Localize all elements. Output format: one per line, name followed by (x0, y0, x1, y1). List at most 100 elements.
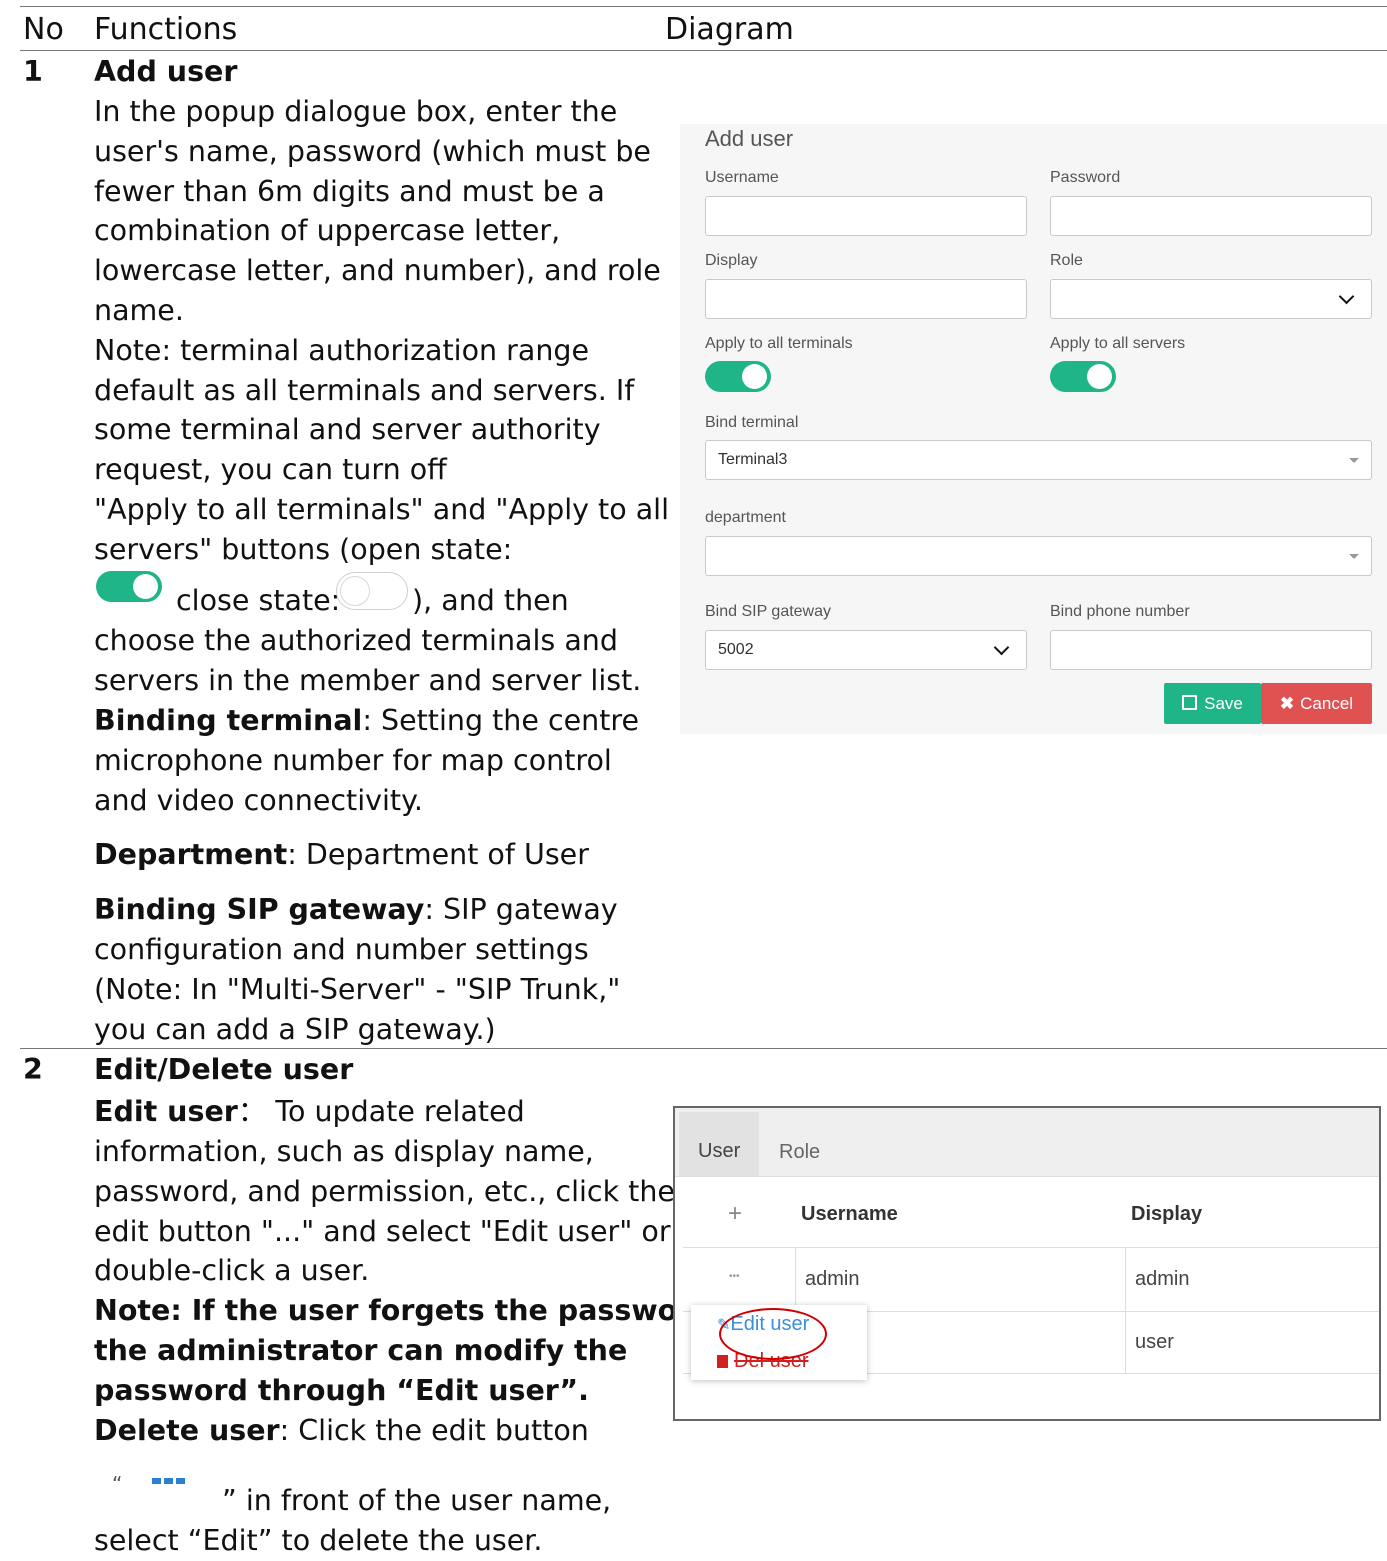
text-line: some terminal and server authority (94, 413, 601, 447)
text-line: choose the authorized terminals and (94, 624, 618, 657)
binding-terminal-paragraph: Binding terminal: Setting the centre (94, 701, 639, 741)
binding-terminal-label: Binding terminal (94, 704, 363, 737)
apply-terminals-toggle[interactable] (705, 361, 771, 392)
tab-user[interactable]: User (679, 1112, 759, 1176)
text-line: user's name, password (which must be (94, 134, 651, 168)
text-line: servers" buttons (open state: (94, 532, 513, 566)
cancel-button[interactable]: ✖ Cancel (1261, 683, 1372, 724)
add-user-dialog: Add user Username Password Display Role … (680, 124, 1387, 734)
bind-sip-select[interactable]: 5002 (705, 630, 1027, 670)
edit-user-label: Edit user (94, 1095, 238, 1128)
chevron-down-icon (993, 639, 1010, 656)
dialog-title: Add user (705, 126, 794, 151)
open-state-toggle-icon (96, 571, 162, 602)
delete-user-label: Delete user (94, 1414, 280, 1447)
chevron-down-icon (1338, 288, 1355, 305)
department-field-label: department (705, 509, 786, 526)
last-line: select “Edit” to delete the user. (94, 1524, 543, 1557)
bind-phone-label: Bind phone number (1050, 603, 1190, 620)
delete-user-text: : Click the edit button (279, 1414, 589, 1447)
header-rule (20, 50, 1387, 51)
department-label: Department (94, 838, 288, 871)
bind-terminal-label: Bind terminal (705, 414, 799, 431)
text-line: password through “Edit user”. (94, 1373, 589, 1407)
text-line: microphone number for map control (94, 744, 612, 777)
bind-terminal-select[interactable]: Terminal3 (705, 440, 1372, 480)
bind-sip-value: 5002 (718, 641, 754, 658)
binding-sip-cont: configuration and number settings (Note:… (94, 930, 620, 1049)
add-user-plus-icon[interactable]: + (728, 1200, 742, 1228)
row1-description: In the popup dialogue box, enter the use… (94, 92, 669, 570)
binding-sip-text: : SIP gateway (424, 893, 618, 926)
floppy-disk-icon (1182, 695, 1198, 710)
text-line: and video connectivity. (94, 783, 423, 817)
text-line: you can add a SIP gateway.) (94, 1012, 496, 1046)
text-line: Note: terminal authorization range (94, 333, 590, 367)
bind-phone-input[interactable] (1050, 630, 1372, 670)
binding-sip-paragraph: Binding SIP gateway: SIP gateway (94, 890, 618, 930)
binding-terminal-text: : Setting the centre (362, 704, 640, 737)
close-state-toggle-icon (336, 572, 408, 610)
divider (683, 1247, 1379, 1248)
in-front-text: ” in front of the user name, (222, 1484, 612, 1517)
close-icon: ✖ (1279, 694, 1295, 713)
save-label: Save (1204, 694, 1243, 713)
text-line: lowercase letter, and number), and role (94, 254, 661, 288)
row1-description-cont: choose the authorized terminals and serv… (94, 621, 641, 701)
save-button[interactable]: Save (1164, 683, 1261, 724)
role-select[interactable] (1050, 279, 1372, 319)
tab-user-label: User (698, 1140, 741, 1162)
row-rule (20, 1048, 1387, 1049)
edit-user-cont: information, such as display name, passw… (94, 1132, 675, 1291)
username-label: Username (705, 169, 779, 186)
row2-number: 2 (23, 1053, 43, 1086)
row2-title: Edit/Delete user (94, 1053, 354, 1086)
cancel-label: Cancel (1300, 694, 1354, 713)
apply-servers-label: Apply to all servers (1050, 335, 1186, 352)
row-options-icon[interactable]: ••• (729, 1271, 740, 1282)
apply-terminals-label: Apply to all terminals (705, 335, 853, 352)
user-role-panel: User Role + Username Display ••• admin a… (673, 1106, 1381, 1421)
text-line: name. (94, 293, 184, 327)
department-paragraph: Department: Department of User (94, 835, 589, 875)
trash-icon (717, 1355, 728, 1368)
text-line: In the popup dialogue box, enter the (94, 95, 618, 128)
ellipsis-button-icon (152, 1478, 186, 1484)
apply-servers-toggle[interactable] (1050, 361, 1116, 392)
role-label: Role (1050, 252, 1083, 269)
text-line: default as all terminals and servers. If (94, 373, 635, 407)
text-line: (Note: In "Multi-Server" - "SIP Trunk," (94, 972, 621, 1006)
tab-role[interactable]: Role (779, 1141, 820, 1164)
text-line: double-click a user. (94, 1254, 370, 1288)
display-input[interactable] (705, 279, 1027, 319)
bind-sip-label: Bind SIP gateway (705, 603, 832, 620)
username-input[interactable] (705, 196, 1027, 236)
department-select[interactable] (705, 536, 1372, 576)
column-username: Username (801, 1203, 898, 1225)
text-line: "Apply to all terminals" and "Apply to a… (94, 492, 670, 526)
header-no: No (23, 12, 64, 47)
edit-user-text: ： To update related (237, 1095, 525, 1128)
password-label: Password (1050, 169, 1121, 186)
open-quote: “ (112, 1472, 123, 1496)
column-display: Display (1131, 1203, 1203, 1225)
display-label: Display (705, 252, 758, 269)
department-text: : Department of User (287, 838, 589, 871)
password-note: Note: If the user forgets the password, … (94, 1291, 723, 1410)
binding-sip-label: Binding SIP gateway (94, 893, 425, 926)
text-line: configuration and number settings (94, 933, 589, 966)
text-line: Note: If the user forgets the password, (94, 1294, 723, 1327)
text-line: request, you can turn off (94, 453, 447, 487)
text-line: password, and permission, etc., click th… (94, 1174, 675, 1208)
dropdown-arrow-icon (1349, 458, 1359, 463)
edit-user-paragraph: Edit user： To update related (94, 1092, 525, 1132)
password-input[interactable] (1050, 196, 1372, 236)
close-state-label: close state: (176, 584, 341, 617)
delete-user-paragraph: Delete user: Click the edit button (94, 1411, 589, 1451)
highlight-circle (719, 1308, 827, 1360)
text-line: edit button "..." and select "Edit user"… (94, 1214, 671, 1248)
binding-terminal-cont: microphone number for map control and vi… (94, 741, 612, 821)
header-diagram: Diagram (665, 12, 794, 47)
row1-title: Add user (94, 55, 238, 88)
text-line: combination of uppercase letter, (94, 214, 561, 248)
